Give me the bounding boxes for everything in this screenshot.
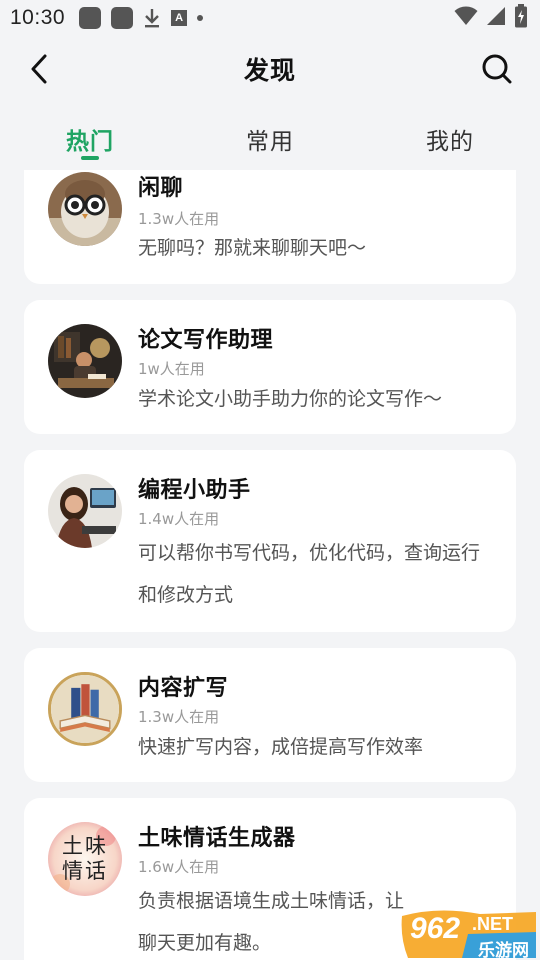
usage-count: 1.3w人在用 <box>138 708 220 726</box>
site-watermark: 962 .NET 乐游网 <box>398 908 540 960</box>
usage-count: 1.6w人在用 <box>138 858 220 876</box>
books-avatar-image <box>51 675 119 743</box>
search-icon <box>482 54 512 84</box>
item-title: 论文写作助理 <box>138 328 274 353</box>
item-title: 闲聊 <box>138 176 184 201</box>
item-title: 编程小助手 <box>138 478 251 503</box>
assistant-list[interactable]: 闲聊 1.3w人在用 无聊吗？那就来聊聊天吧～ 论文写作助理 1w人在用 学术论… <box>0 170 540 960</box>
tab-label: 常用 <box>246 129 294 155</box>
avatar <box>48 172 122 246</box>
status-time: 10:30 <box>10 6 66 29</box>
usage-count: 1w人在用 <box>138 360 205 378</box>
tab-label: 我的 <box>426 129 474 155</box>
item-description: 可以帮你书写代码，优化代码，查询运行和修改方式 <box>138 542 481 606</box>
watermark-suffix: .NET <box>472 914 514 934</box>
status-bar: 10:30 A <box>0 0 540 36</box>
more-notifications-dot-icon <box>197 15 204 21</box>
battery-charging-icon <box>514 3 528 33</box>
app-notification-icon <box>79 7 102 29</box>
item-description: 快速扩写内容，成倍提高写作效率 <box>138 736 424 758</box>
tab-hot[interactable]: 热门 <box>0 110 180 166</box>
avatar <box>48 672 122 746</box>
owl-avatar-image <box>48 172 122 246</box>
list-item[interactable]: 编程小助手 1.4w人在用 可以帮你书写代码，优化代码，查询运行和修改方式 <box>24 450 516 632</box>
item-description: 无聊吗？那就来聊聊天吧～ <box>138 237 367 259</box>
usage-count: 1.3w人在用 <box>138 210 220 228</box>
app-notification-icon <box>111 7 134 29</box>
tab-frequent[interactable]: 常用 <box>180 110 360 166</box>
tab-mine[interactable]: 我的 <box>360 110 540 166</box>
page-title: 发现 <box>243 56 296 85</box>
active-tab-indicator <box>81 156 99 160</box>
category-tabs: 热门 常用 我的 <box>0 110 540 166</box>
item-title: 土味情话生成器 <box>138 826 296 851</box>
back-button[interactable] <box>22 52 56 86</box>
programmer-avatar-image <box>48 474 122 548</box>
search-button[interactable] <box>478 50 516 88</box>
top-app-bar: 发现 <box>0 36 540 102</box>
notification-icons: A <box>79 7 204 29</box>
list-item[interactable]: 内容扩写 1.3w人在用 快速扩写内容，成倍提高写作效率 <box>24 648 516 782</box>
font-a-icon: A <box>171 10 188 26</box>
watermark-text: 乐游网 <box>478 941 529 960</box>
student-avatar-image <box>48 324 122 398</box>
signal-icon <box>486 6 506 31</box>
item-description: 负责根据语境生成土味情话，让聊天更加有趣。 <box>138 890 405 954</box>
chevron-left-icon <box>31 54 47 84</box>
system-icons <box>454 3 528 33</box>
wifi-icon <box>454 6 478 31</box>
avatar <box>48 324 122 398</box>
avatar: 土味情话 <box>48 822 122 896</box>
item-description: 学术论文小助手助力你的论文写作～ <box>138 388 443 410</box>
avatar <box>48 474 122 548</box>
list-item[interactable]: 闲聊 1.3w人在用 无聊吗？那就来聊聊天吧～ <box>24 170 516 284</box>
watermark-number: 962 <box>410 912 461 945</box>
avatar-text: 土味情话 <box>62 834 108 883</box>
usage-count: 1.4w人在用 <box>138 510 220 528</box>
list-item[interactable]: 论文写作助理 1w人在用 学术论文小助手助力你的论文写作～ <box>24 300 516 434</box>
item-title: 内容扩写 <box>138 676 229 701</box>
download-icon <box>143 7 161 29</box>
